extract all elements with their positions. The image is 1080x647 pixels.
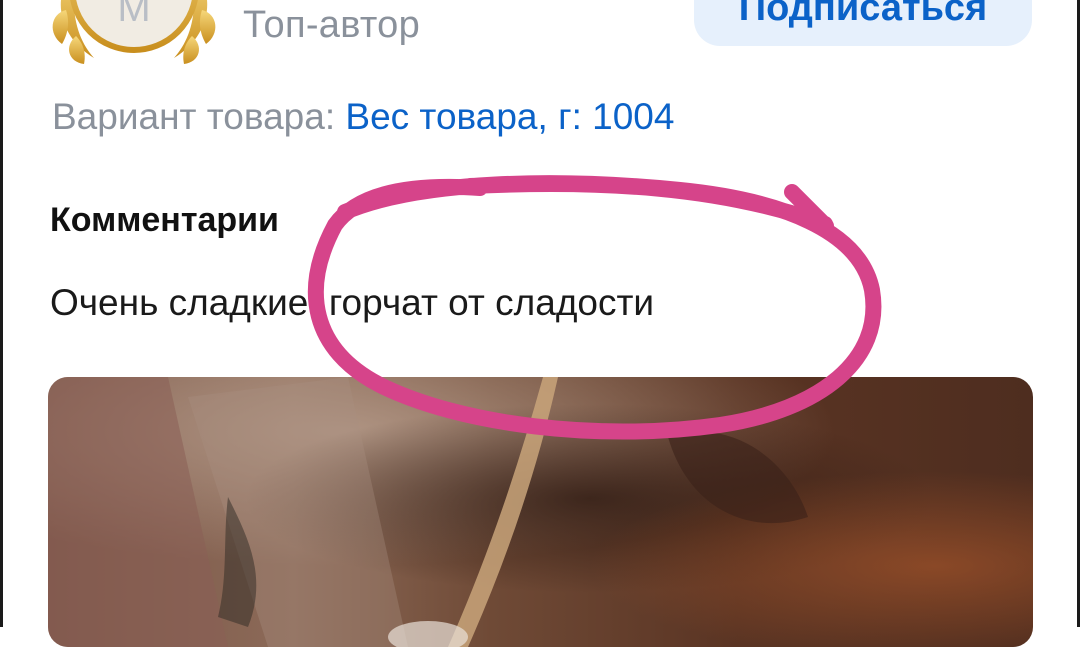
author-avatar[interactable]: М xyxy=(48,0,220,66)
author-status: Топ-автор xyxy=(243,4,421,46)
variant-label: Вариант товара: xyxy=(52,96,346,137)
review-photo[interactable] xyxy=(48,377,1033,647)
comments-title: Комментарии xyxy=(50,201,279,239)
left-frame-edge xyxy=(0,0,3,627)
variant-value-link[interactable]: Вес товара, г: 1004 xyxy=(345,96,674,137)
comment-text: Очень сладкие, горчат от сладости xyxy=(50,282,655,323)
product-photo-image xyxy=(48,377,1033,647)
avatar-letter: М xyxy=(117,0,151,30)
subscribe-label: Подписаться xyxy=(738,0,988,29)
subscribe-button[interactable]: Подписаться xyxy=(694,0,1032,46)
product-variant: Вариант товара: Вес товара, г: 1004 xyxy=(52,98,674,135)
